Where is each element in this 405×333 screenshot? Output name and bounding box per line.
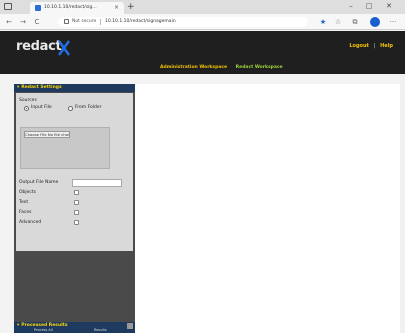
document-viewer[interactable] (135, 84, 400, 333)
bottom-tabs: Process All Results (14, 328, 135, 333)
reload-button[interactable]: C (32, 16, 42, 28)
option-objects-label: Objects (19, 190, 37, 195)
app: redact Logout | Help Administration Work… (0, 31, 405, 333)
settings-panel: Sources Input File From Folder Choose Fi… (16, 93, 133, 251)
output-name-input[interactable] (72, 179, 122, 187)
from-folder-radio[interactable] (68, 106, 73, 111)
page-scrollbar[interactable] (400, 74, 405, 333)
settings-panel-title: Redact Settings (21, 85, 62, 90)
option-text-checkbox[interactable] (74, 200, 79, 205)
favorites-icon[interactable]: ☆ (333, 17, 343, 27)
option-advanced-checkbox[interactable] (74, 220, 79, 225)
help-link[interactable]: Help (380, 43, 393, 49)
back-button[interactable]: ← (4, 16, 14, 28)
browser-tab[interactable]: 10.10.1.10/redact/sig… × (30, 2, 124, 14)
omnibox-divider (100, 19, 101, 25)
logout-link[interactable]: Logout (349, 43, 369, 49)
output-name-label: Output File Name (19, 180, 59, 185)
input-file-radio[interactable] (24, 106, 29, 111)
not-secure-label: Not secure (72, 19, 97, 24)
close-window-button[interactable]: ✕ (382, 0, 396, 13)
settings-panel-header[interactable]: ▾ Redact Settings (14, 84, 135, 92)
logo-mark-icon (57, 40, 71, 56)
option-text-label: Text (19, 200, 29, 205)
results-triangle-icon: ▾ (17, 323, 20, 328)
option-objects-checkbox[interactable] (74, 190, 79, 195)
tab-redact-workspace[interactable]: Redact Workspace (236, 65, 283, 70)
collections-icon[interactable]: ⧉ (350, 17, 360, 27)
favicon-icon (35, 5, 41, 11)
url-text: 10.10.1.10/redact/signagemain (105, 19, 176, 24)
address-bar-row: ← → C Not secure 10.10.1.10/redact/signa… (0, 14, 405, 30)
top-links: Logout | Help (346, 43, 393, 49)
url-field[interactable]: Not secure 10.10.1.10/redact/signagemain (58, 17, 308, 27)
input-file-label: Input File (31, 105, 52, 110)
favorite-star-icon[interactable]: ★ (318, 17, 328, 27)
new-tab-button[interactable]: + (127, 1, 135, 13)
process-all-tab[interactable]: Process All (34, 328, 53, 333)
tab-close-icon[interactable]: × (114, 3, 119, 13)
from-folder-label: From Folder (75, 105, 102, 110)
tab-title: 10.10.1.10/redact/sig… (44, 5, 97, 10)
option-faces-checkbox[interactable] (74, 210, 79, 215)
choose-file-button[interactable]: Choose File No file chosen (24, 131, 70, 138)
app-header: redact Logout | Help Administration Work… (0, 31, 405, 74)
collapse-triangle-icon: ▾ (17, 85, 20, 90)
option-faces-label: Faces (19, 210, 32, 215)
profile-avatar[interactable] (370, 17, 380, 27)
sidebar: ▾ Redact Settings Sources Input File From… (14, 84, 135, 333)
browser-tabstrip: 10.10.1.10/redact/sig… × + – □ ✕ (0, 0, 405, 14)
file-chooser-area: Choose File No file chosen (20, 127, 110, 169)
results-tab[interactable]: Results (94, 328, 107, 333)
maximize-button[interactable]: □ (362, 0, 376, 13)
tab-administration-workspace[interactable]: Administration Workspace (160, 65, 227, 70)
app-logo: redact (16, 39, 62, 54)
main-nav: Administration Workspace Redact Workspac… (160, 65, 290, 70)
link-separator: | (373, 43, 376, 49)
option-advanced-label: Advanced (19, 220, 42, 225)
browser-menu-button[interactable]: ··· (388, 17, 398, 27)
sources-label: Sources (19, 98, 37, 103)
window-menu-icon[interactable] (4, 3, 12, 10)
forward-button[interactable]: → (18, 16, 28, 28)
minimize-button[interactable]: – (344, 0, 358, 13)
security-icon[interactable] (64, 19, 69, 24)
